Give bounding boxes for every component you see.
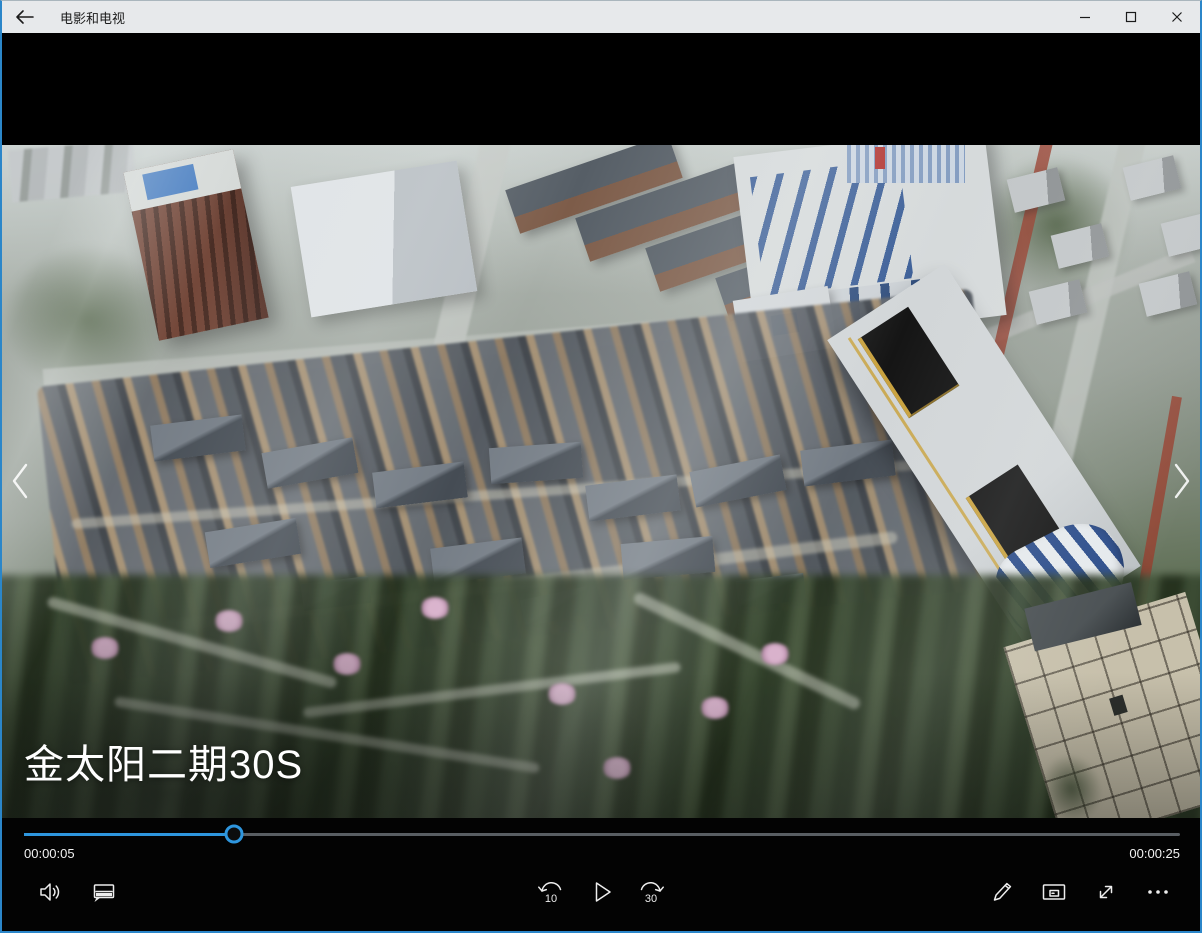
scene-blossom-tree [214, 610, 244, 632]
buttons-right [984, 870, 1176, 914]
chevron-left-icon [11, 462, 29, 500]
previous-video-button[interactable] [8, 461, 32, 501]
play-button[interactable] [583, 870, 619, 914]
skip-forward-label: 30 [645, 893, 657, 905]
buttons-left [32, 870, 122, 914]
scene-glass-tower [847, 145, 965, 183]
video-frame[interactable]: 金太阳二期30S [2, 145, 1200, 821]
minimize-icon [1079, 11, 1091, 23]
buttons-center: 10 30 [533, 870, 669, 914]
app-window: 电影和电视 [0, 0, 1202, 933]
mini-player-icon [1040, 878, 1068, 906]
maximize-icon [1125, 11, 1137, 23]
skip-back-label: 10 [545, 893, 557, 905]
scene-blossom-tree [760, 643, 790, 665]
more-options-icon [1144, 878, 1172, 906]
maximize-button[interactable] [1108, 1, 1154, 33]
volume-icon [36, 878, 64, 906]
scene-white-building [291, 161, 478, 318]
skip-back-button[interactable]: 10 [533, 870, 569, 914]
subtitles-icon [90, 878, 118, 906]
skip-forward-button[interactable]: 30 [633, 870, 669, 914]
titlebar: 电影和电视 [2, 1, 1200, 33]
volume-button[interactable] [32, 870, 68, 914]
scene-blossom-tree [547, 683, 577, 705]
fullscreen-button[interactable] [1088, 870, 1124, 914]
elapsed-time: 00:00:05 [24, 846, 75, 861]
buttons-row: 10 30 [2, 870, 1200, 920]
scene-logo-mark [875, 147, 885, 169]
skip-back-10-icon: 10 [536, 877, 566, 907]
seek-handle[interactable] [225, 825, 244, 844]
minimize-button[interactable] [1062, 1, 1108, 33]
scene-blossom-tree [420, 597, 450, 619]
scene-roof [489, 442, 583, 484]
player-stage: 金太阳二期30S 00:00:05 00:00:25 [2, 33, 1200, 931]
subtitles-button[interactable] [86, 870, 122, 914]
scene-tower-pool [142, 164, 198, 200]
chevron-right-icon [1173, 462, 1191, 500]
scene-statue [1109, 695, 1128, 716]
back-button[interactable] [2, 1, 48, 33]
skip-forward-30-icon: 30 [636, 877, 666, 907]
scene-blossom-tree [90, 637, 120, 659]
play-icon [586, 877, 616, 907]
arrow-left-icon [15, 9, 35, 25]
close-button[interactable] [1154, 1, 1200, 33]
remaining-time: 00:00:25 [1129, 846, 1180, 861]
video-overlay-title: 金太阳二期30S [24, 743, 303, 787]
edit-button[interactable] [984, 870, 1020, 914]
scene-blossom-tree [602, 757, 632, 779]
transport-controls: 00:00:05 00:00:25 [2, 818, 1200, 931]
scene-blossom-tree [332, 653, 362, 675]
next-video-button[interactable] [1170, 461, 1194, 501]
seek-progress [24, 833, 234, 836]
pencil-icon [989, 879, 1015, 905]
scene-atrium-cutout [858, 307, 960, 419]
close-icon [1171, 11, 1183, 23]
more-options-button[interactable] [1140, 870, 1176, 914]
app-title: 电影和电视 [60, 8, 125, 27]
mini-player-button[interactable] [1036, 870, 1072, 914]
seek-bar[interactable] [24, 833, 1180, 836]
fullscreen-icon [1092, 878, 1120, 906]
scene-blossom-tree [700, 697, 730, 719]
